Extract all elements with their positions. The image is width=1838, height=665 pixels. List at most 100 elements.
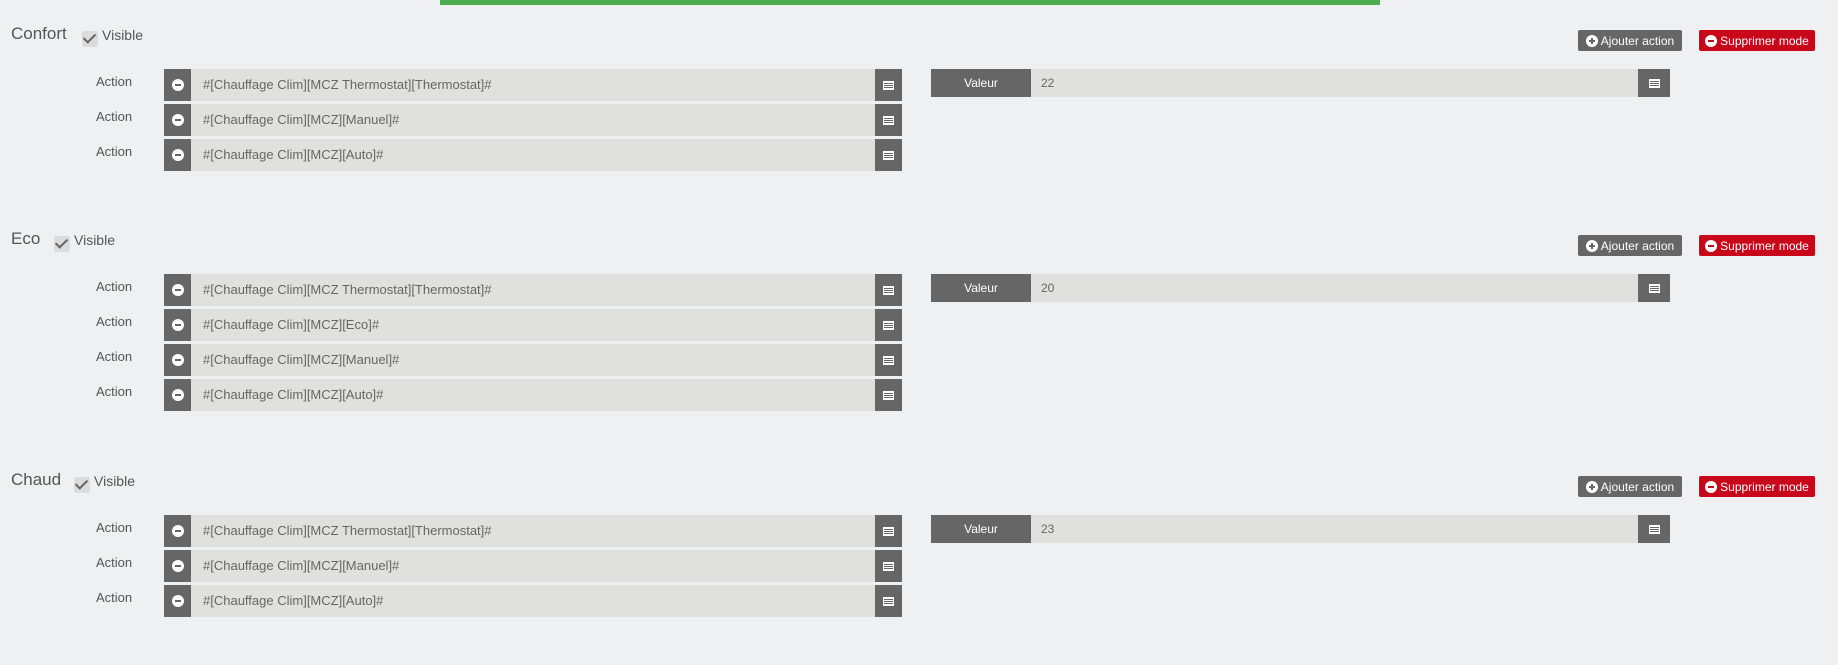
remove-action-button[interactable]: [164, 309, 191, 341]
action-row: Action #[Chauffage Clim][MCZ][Manuel]#: [0, 344, 1838, 376]
delete-mode-button[interactable]: Supprimer mode: [1699, 30, 1815, 51]
remove-action-button[interactable]: [164, 550, 191, 582]
action-row: Action #[Chauffage Clim][MCZ][Eco]#: [0, 309, 1838, 341]
select-value-button[interactable]: [1638, 274, 1670, 302]
list-icon: [883, 596, 894, 606]
minus-circle-icon: [171, 354, 184, 366]
mode-name: Confort: [11, 24, 67, 43]
visible-checkbox[interactable]: [54, 236, 70, 252]
visible-toggle[interactable]: Visible: [54, 232, 115, 252]
visible-toggle[interactable]: Visible: [74, 473, 135, 493]
list-icon: [1648, 283, 1660, 293]
add-action-button[interactable]: Ajouter action: [1578, 235, 1682, 256]
value-input[interactable]: 22: [1031, 69, 1638, 97]
mode-header: Eco Visible Ajouter action Supprimer mod…: [0, 229, 1838, 269]
remove-action-button[interactable]: [164, 139, 191, 171]
minus-circle-icon: [171, 319, 184, 331]
remove-action-button[interactable]: [164, 274, 191, 306]
action-row: Action #[Chauffage Clim][MCZ][Auto]#: [0, 379, 1838, 411]
remove-action-button[interactable]: [164, 344, 191, 376]
minus-circle-icon: [171, 560, 184, 572]
mode-header: Chaud Visible Ajouter action Supprimer m…: [0, 470, 1838, 510]
action-row: Action #[Chauffage Clim][MCZ][Auto]#: [0, 139, 1838, 171]
command-input[interactable]: #[Chauffage Clim][MCZ Thermostat][Thermo…: [191, 69, 875, 101]
command-input[interactable]: #[Chauffage Clim][MCZ Thermostat][Thermo…: [191, 515, 875, 547]
mode-eco: Eco Visible Ajouter action Supprimer mod…: [0, 229, 1838, 269]
add-action-label: Ajouter action: [1600, 479, 1675, 494]
select-value-button[interactable]: [1638, 515, 1670, 543]
value-input[interactable]: 23: [1031, 515, 1638, 543]
select-command-button[interactable]: [875, 274, 902, 306]
progress-bar: [440, 0, 1380, 5]
select-command-button[interactable]: [875, 550, 902, 582]
command-input[interactable]: #[Chauffage Clim][MCZ][Manuel]#: [191, 104, 875, 136]
command-input[interactable]: #[Chauffage Clim][MCZ][Manuel]#: [191, 344, 875, 376]
visible-toggle[interactable]: Visible: [82, 27, 143, 47]
remove-action-button[interactable]: [164, 379, 191, 411]
action-label: Action: [96, 555, 133, 570]
command-input[interactable]: #[Chauffage Clim][MCZ][Auto]#: [191, 139, 875, 171]
action-label: Action: [96, 590, 133, 605]
delete-mode-button[interactable]: Supprimer mode: [1699, 235, 1815, 256]
list-icon: [883, 80, 894, 90]
action-row: Action #[Chauffage Clim][MCZ Thermostat]…: [0, 69, 1838, 101]
delete-mode-label: Supprimer mode: [1720, 238, 1809, 253]
plus-circle-icon: [1585, 239, 1598, 252]
select-command-button[interactable]: [875, 585, 902, 617]
command-input[interactable]: #[Chauffage Clim][MCZ Thermostat][Thermo…: [191, 274, 875, 306]
remove-action-button[interactable]: [164, 585, 191, 617]
minus-circle-icon: [1705, 480, 1718, 493]
action-row: Action #[Chauffage Clim][MCZ][Manuel]#: [0, 550, 1838, 582]
add-action-button[interactable]: Ajouter action: [1578, 30, 1682, 51]
list-icon: [883, 526, 894, 536]
visible-checkbox[interactable]: [74, 477, 90, 493]
select-command-button[interactable]: [875, 515, 902, 547]
remove-action-button[interactable]: [164, 104, 191, 136]
visible-label: Visible: [94, 473, 135, 489]
minus-circle-icon: [171, 525, 184, 537]
select-command-button[interactable]: [875, 379, 902, 411]
add-action-button[interactable]: Ajouter action: [1578, 476, 1682, 497]
minus-circle-icon: [1705, 34, 1718, 47]
visible-label: Visible: [74, 232, 115, 248]
value-label: Valeur: [931, 274, 1031, 302]
add-action-label: Ajouter action: [1600, 33, 1675, 48]
list-icon: [883, 115, 894, 125]
command-input[interactable]: #[Chauffage Clim][MCZ][Auto]#: [191, 585, 875, 617]
action-label: Action: [96, 109, 133, 124]
minus-circle-icon: [171, 79, 184, 91]
list-icon: [883, 320, 894, 330]
action-row: Action #[Chauffage Clim][MCZ][Manuel]#: [0, 104, 1838, 136]
list-icon: [1648, 78, 1660, 88]
visible-label: Visible: [102, 27, 143, 43]
remove-action-button[interactable]: [164, 515, 191, 547]
mode-chaud: Chaud Visible Ajouter action Supprimer m…: [0, 470, 1838, 510]
action-label: Action: [96, 144, 133, 159]
select-command-button[interactable]: [875, 344, 902, 376]
select-command-button[interactable]: [875, 69, 902, 101]
mode-header: Confort Visible Ajouter action Supprimer…: [0, 24, 1838, 64]
select-value-button[interactable]: [1638, 69, 1670, 97]
select-command-button[interactable]: [875, 309, 902, 341]
list-icon: [883, 285, 894, 295]
command-input[interactable]: #[Chauffage Clim][MCZ][Manuel]#: [191, 550, 875, 582]
delete-mode-button[interactable]: Supprimer mode: [1699, 476, 1815, 497]
mode-name: Chaud: [11, 470, 62, 489]
plus-circle-icon: [1585, 34, 1598, 47]
select-command-button[interactable]: [875, 104, 902, 136]
remove-action-button[interactable]: [164, 69, 191, 101]
add-action-label: Ajouter action: [1600, 238, 1675, 253]
command-input[interactable]: #[Chauffage Clim][MCZ][Auto]#: [191, 379, 875, 411]
action-row: Action #[Chauffage Clim][MCZ Thermostat]…: [0, 274, 1838, 306]
minus-circle-icon: [171, 595, 184, 607]
action-label: Action: [96, 384, 133, 399]
delete-mode-label: Supprimer mode: [1720, 479, 1809, 494]
value-label: Valeur: [931, 69, 1031, 97]
command-input[interactable]: #[Chauffage Clim][MCZ][Eco]#: [191, 309, 875, 341]
list-icon: [883, 355, 894, 365]
action-label: Action: [96, 520, 133, 535]
value-input[interactable]: 20: [1031, 274, 1638, 302]
select-command-button[interactable]: [875, 139, 902, 171]
action-label: Action: [96, 74, 133, 89]
visible-checkbox[interactable]: [82, 31, 98, 47]
